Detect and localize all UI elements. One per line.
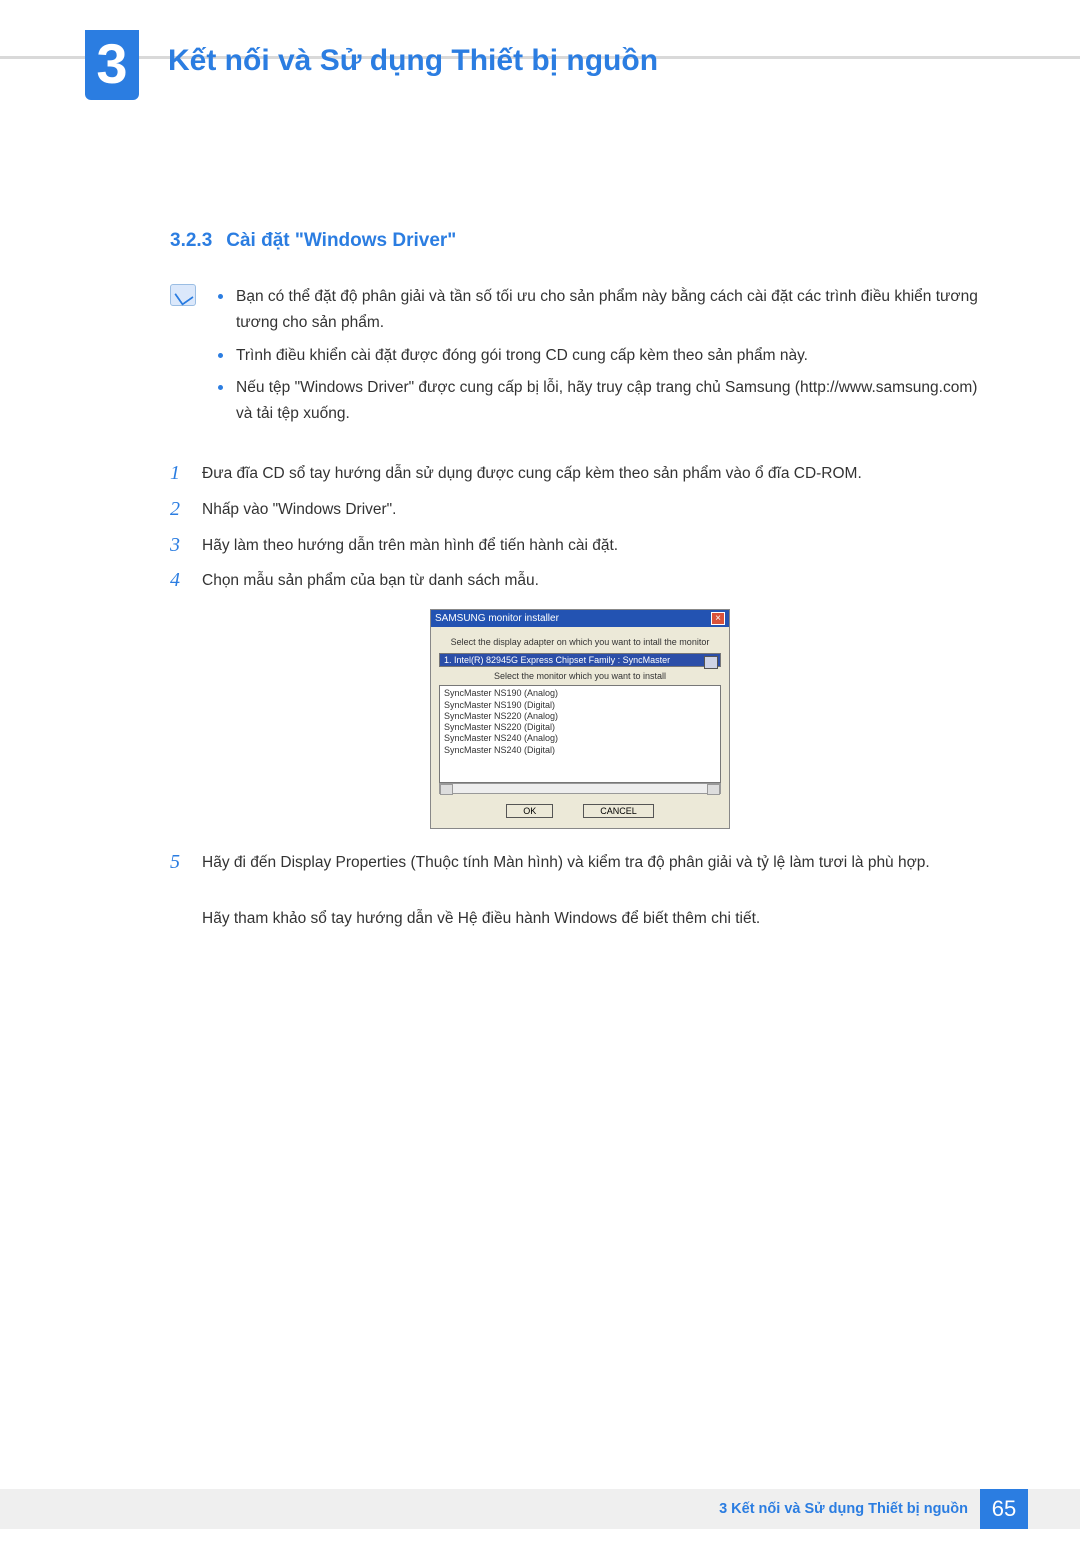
list-item[interactable]: SyncMaster NS240 (Analog) [444, 733, 716, 744]
step-item: 5 Hãy đi đến Display Properties (Thuộc t… [170, 849, 990, 933]
window-body: Select the display adapter on which you … [431, 627, 729, 828]
page-footer: 3 Kết nối và Sử dụng Thiết bị nguồn 65 [0, 1489, 1080, 1529]
list-item[interactable]: SyncMaster NS220 (Digital) [444, 722, 716, 733]
step-item: 3 Hãy làm theo hướng dẫn trên màn hình đ… [170, 532, 990, 560]
step-number: 5 [170, 849, 188, 933]
list-item[interactable]: SyncMaster NS240 (Digital) [444, 745, 716, 756]
adapter-select[interactable]: 1. Intel(R) 82945G Express Chipset Famil… [439, 653, 721, 667]
step-text: Hãy đi đến Display Properties (Thuộc tín… [202, 849, 990, 933]
note-list: Bạn có thể đặt độ phân giải và tần số tố… [218, 284, 990, 434]
list-item[interactable]: SyncMaster NS220 (Analog) [444, 711, 716, 722]
ok-button[interactable]: OK [506, 804, 553, 818]
step-item: 2 Nhấp vào "Windows Driver". [170, 496, 990, 524]
monitor-label: Select the monitor which you want to ins… [439, 671, 721, 681]
step-number: 3 [170, 532, 188, 560]
list-item[interactable]: SyncMaster NS190 (Digital) [444, 700, 716, 711]
page-header: 3 Kết nối và Sử dụng Thiết bị nguồn [0, 30, 1080, 120]
subsection-number: 3.2.3 [170, 230, 212, 251]
step-item: 4 Chọn mẫu sản phẩm của bạn từ danh sách… [170, 567, 990, 595]
list-item[interactable]: SyncMaster NS190 (Analog) [444, 688, 716, 699]
note-item: Bạn có thể đặt độ phân giải và tần số tố… [218, 284, 990, 337]
footer-chapter-ref: 3 Kết nối và Sử dụng Thiết bị nguồn [719, 1501, 968, 1517]
note-item: Nếu tệp "Windows Driver" được cung cấp b… [218, 375, 990, 428]
step-text: Đưa đĩa CD sổ tay hướng dẫn sử dụng được… [202, 460, 990, 488]
adapter-label: Select the display adapter on which you … [439, 637, 721, 647]
window-button-row: OK CANCEL [439, 804, 721, 818]
close-icon[interactable]: × [711, 612, 725, 625]
subsection-title: Cài đặt "Windows Driver" [226, 230, 456, 251]
step-list: 1 Đưa đĩa CD sổ tay hướng dẫn sử dụng đư… [170, 460, 990, 596]
horizontal-scrollbar[interactable] [439, 783, 721, 794]
note-item: Trình điều khiển cài đặt được đóng gói t… [218, 343, 990, 369]
window-titlebar: SAMSUNG monitor installer × [431, 610, 729, 627]
footer-page-number: 65 [980, 1489, 1028, 1529]
window-title: SAMSUNG monitor installer [435, 613, 559, 624]
step-text: Chọn mẫu sản phẩm của bạn từ danh sách m… [202, 567, 990, 595]
installer-window: SAMSUNG monitor installer × Select the d… [430, 609, 730, 829]
step-number: 4 [170, 567, 188, 595]
step-text-line: Hãy tham khảo sổ tay hướng dẫn về Hệ điề… [202, 910, 760, 927]
main-content: 3.2.3 Cài đặt "Windows Driver" Bạn có thể… [170, 230, 990, 941]
step-text: Hãy làm theo hướng dẫn trên màn hình để … [202, 532, 990, 560]
subsection-heading: 3.2.3 Cài đặt "Windows Driver" [170, 230, 990, 252]
step-number: 2 [170, 496, 188, 524]
step-item: 1 Đưa đĩa CD sổ tay hướng dẫn sử dụng đư… [170, 460, 990, 488]
chapter-title: Kết nối và Sử dụng Thiết bị nguồn [168, 44, 658, 78]
step-list-continued: 5 Hãy đi đến Display Properties (Thuộc t… [170, 849, 990, 933]
monitor-list[interactable]: SyncMaster NS190 (Analog) SyncMaster NS1… [439, 685, 721, 783]
cancel-button[interactable]: CANCEL [583, 804, 654, 818]
chapter-number-badge: 3 [85, 30, 139, 100]
note-icon [170, 284, 196, 306]
step-text: Nhấp vào "Windows Driver". [202, 496, 990, 524]
step-number: 1 [170, 460, 188, 488]
step-text-line: Hãy đi đến Display Properties (Thuộc tín… [202, 854, 930, 871]
note-block: Bạn có thể đặt độ phân giải và tần số tố… [170, 284, 990, 434]
